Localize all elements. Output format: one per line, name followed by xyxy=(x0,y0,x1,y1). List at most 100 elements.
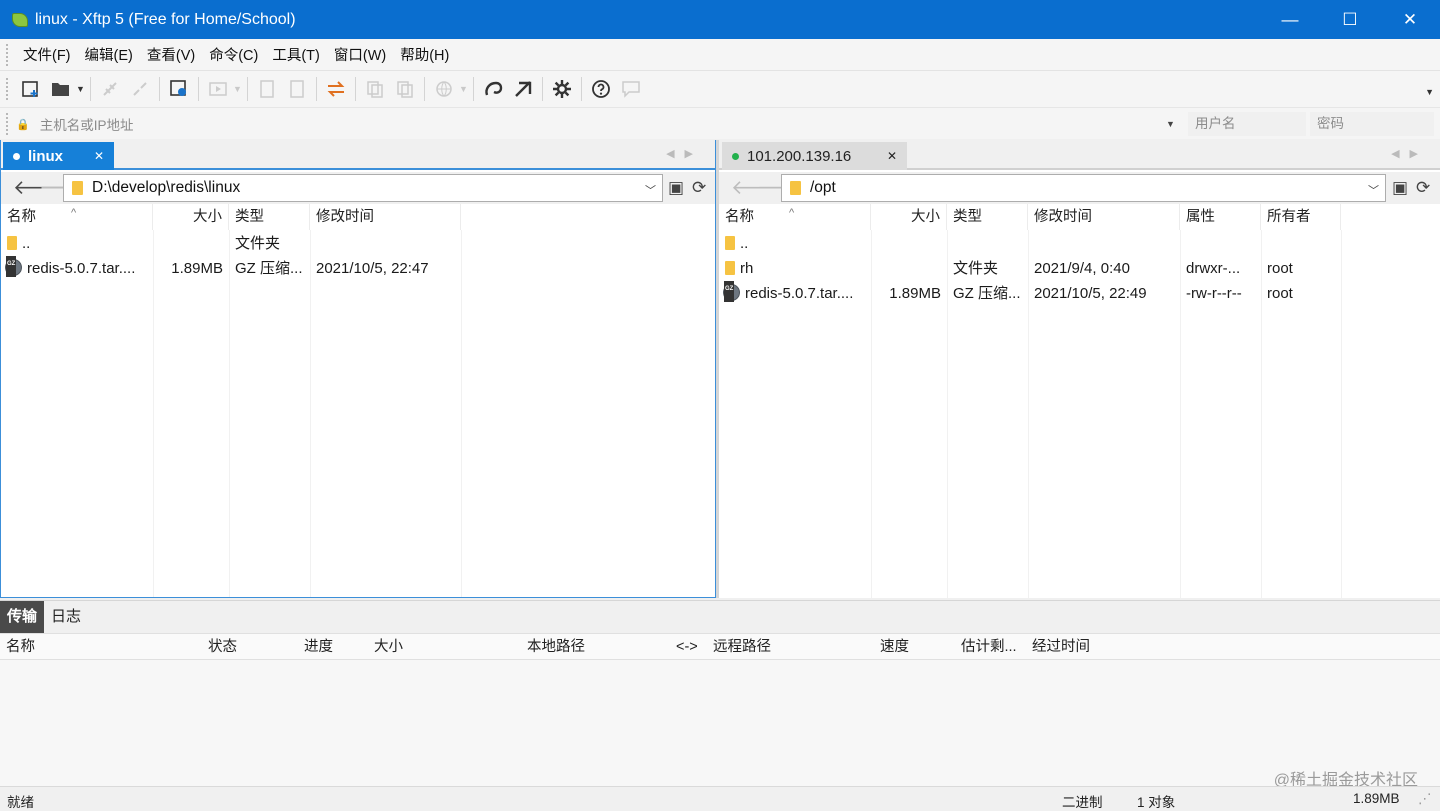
close-tab-icon[interactable]: ✕ xyxy=(887,149,897,163)
col-name[interactable]: 名称 ^ xyxy=(1,204,153,230)
paste-icon[interactable] xyxy=(390,74,420,104)
list-item[interactable]: .. xyxy=(719,231,1440,256)
host-dropdown-icon[interactable]: ▼ xyxy=(1166,119,1175,129)
xftp-icon[interactable] xyxy=(508,74,538,104)
options-icon[interactable] xyxy=(547,74,577,104)
close-button[interactable]: ✕ xyxy=(1380,0,1440,39)
chat-icon[interactable] xyxy=(616,74,646,104)
toolbar-separator xyxy=(198,77,199,101)
selection-size: 1.89MB xyxy=(1353,791,1400,806)
col-size[interactable]: 大小 xyxy=(871,204,947,230)
menu-edit[interactable]: 编辑(E) xyxy=(78,44,140,65)
session-properties-icon[interactable] xyxy=(164,74,194,104)
sync-icon[interactable] xyxy=(321,74,351,104)
col-modified[interactable]: 修改时间 xyxy=(1028,204,1180,230)
col-type[interactable]: 类型 xyxy=(947,204,1028,230)
connect-icon[interactable] xyxy=(95,74,125,104)
lock-icon: 🔒 xyxy=(16,118,30,131)
col-direction[interactable]: <-> xyxy=(676,634,698,660)
col-type[interactable]: 类型 xyxy=(229,204,310,230)
col-eta[interactable]: 估计剩... xyxy=(961,634,1017,660)
menu-help[interactable]: 帮助(H) xyxy=(393,44,456,65)
transfer-icon[interactable] xyxy=(203,74,233,104)
tab-transfers[interactable]: 传输 xyxy=(0,601,45,633)
tab-remote[interactable]: 101.200.139.16 ✕ xyxy=(722,142,907,170)
tab-scroll-arrows-icon[interactable]: ◀▶ xyxy=(666,147,703,160)
col-status[interactable]: 状态 xyxy=(208,634,237,660)
xshell-icon[interactable] xyxy=(478,74,508,104)
open-folder-dropdown-icon[interactable]: ▼ xyxy=(76,84,86,94)
remote-path: /opt xyxy=(810,179,836,196)
list-item[interactable]: rh 文件夹 2021/9/4, 0:40 drwxr-... root xyxy=(719,256,1440,281)
remote-path-field[interactable]: /opt ﹀ xyxy=(781,174,1386,202)
list-item[interactable]: .. 文件夹 xyxy=(1,231,715,256)
col-speed[interactable]: 速度 xyxy=(880,634,909,660)
local-path-field[interactable]: D:\develop\redis\linux ﹀ xyxy=(63,174,663,202)
sort-ascending-icon: ^ xyxy=(71,207,77,219)
col-name[interactable]: 名称 xyxy=(6,634,35,660)
disconnect-icon[interactable] xyxy=(125,74,155,104)
transfer-tabs: 传输 日志 xyxy=(0,601,88,633)
menu-window[interactable]: 窗口(W) xyxy=(327,44,393,65)
close-tab-icon[interactable]: ✕ xyxy=(94,149,104,163)
menu-command[interactable]: 命令(C) xyxy=(202,44,265,65)
tab-scroll-arrows-icon[interactable]: ◀▶ xyxy=(1391,147,1428,160)
host-input[interactable]: 🔒 主机名或IP地址 xyxy=(16,112,1184,136)
folder-icon xyxy=(72,181,83,195)
refresh-icon[interactable]: ⟳ xyxy=(692,178,706,198)
transfer-mode: 二进制 xyxy=(1062,795,1103,810)
path-dropdown-icon[interactable]: ﹀ xyxy=(1368,182,1379,198)
menu-tools[interactable]: 工具(T) xyxy=(265,44,327,65)
host-placeholder: 主机名或IP地址 xyxy=(39,118,134,133)
open-folder-icon[interactable] xyxy=(46,74,76,104)
col-modified[interactable]: 修改时间 xyxy=(310,204,461,230)
tab-label: linux xyxy=(28,147,64,165)
folder-icon xyxy=(7,235,17,250)
remote-tabstrip: 101.200.139.16 ✕ ◀▶ xyxy=(719,140,1440,170)
copy-icon[interactable] xyxy=(360,74,390,104)
gz-archive-icon xyxy=(723,281,740,303)
menu-file[interactable]: 文件(F) xyxy=(16,44,78,65)
refresh-icon[interactable]: ⟳ xyxy=(1416,178,1430,198)
folder-icon xyxy=(725,235,735,250)
local-file-list[interactable]: 名称^ 大小 类型 修改时间 .. 文件夹 redis-5.0.7.tar...… xyxy=(1,204,715,597)
help-icon[interactable] xyxy=(586,74,616,104)
col-progress[interactable]: 进度 xyxy=(304,634,333,660)
list-item[interactable]: redis-5.0.7.tar.... 1.89MB GZ 压缩... 2021… xyxy=(719,281,1440,306)
remote-list-header: 名称 ^ 大小 类型 修改时间 属性 所有者 xyxy=(719,204,1440,230)
globe-dropdown-icon[interactable]: ▼ xyxy=(459,84,469,94)
minimize-button[interactable]: — xyxy=(1260,0,1320,39)
tab-log[interactable]: 日志 xyxy=(44,601,88,633)
address-grip xyxy=(6,113,8,135)
col-remote-path[interactable]: 远程路径 xyxy=(713,634,771,660)
menu-view[interactable]: 查看(V) xyxy=(140,44,202,65)
username-input[interactable]: 用户名 xyxy=(1188,112,1306,136)
col-owner[interactable]: 所有者 xyxy=(1261,204,1341,230)
toolbar-separator xyxy=(581,77,582,101)
path-dropdown-icon[interactable]: ﹀ xyxy=(645,182,656,198)
list-item[interactable]: redis-5.0.7.tar.... 1.89MB GZ 压缩... 2021… xyxy=(1,256,715,281)
toolbar: ▼ ▼ ▼ ▼ xyxy=(0,71,1440,107)
col-attributes[interactable]: 属性 xyxy=(1180,204,1261,230)
open-folder-icon[interactable]: ▣ xyxy=(668,178,684,198)
col-size[interactable]: 大小 xyxy=(374,634,403,660)
maximize-button[interactable]: ☐ xyxy=(1320,0,1380,39)
transfer-list[interactable] xyxy=(0,660,1440,786)
col-local-path[interactable]: 本地路径 xyxy=(527,634,585,660)
password-input[interactable]: 密码 xyxy=(1310,112,1434,136)
transfer-dropdown-icon[interactable]: ▼ xyxy=(233,84,243,94)
remote-file-list[interactable]: 名称 ^ 大小 类型 修改时间 属性 所有者 .. rh 文件夹 2021/9/4… xyxy=(719,204,1440,598)
globe-icon[interactable] xyxy=(429,74,459,104)
col-size[interactable]: 大小 xyxy=(153,204,229,230)
window-controls: — ☐ ✕ xyxy=(1260,0,1440,39)
transfer-panel: 传输 日志 名称 状态 进度 大小 本地路径 <-> 远程路径 速度 估计剩..… xyxy=(0,600,1440,786)
new-session-icon[interactable] xyxy=(16,74,46,104)
resize-grip-icon[interactable]: ⋰ xyxy=(1418,791,1432,807)
col-elapsed[interactable]: 经过时间 xyxy=(1032,634,1090,660)
remote-file-icon[interactable] xyxy=(282,74,312,104)
col-name[interactable]: 名称 ^ xyxy=(719,204,871,230)
open-folder-icon[interactable]: ▣ xyxy=(1392,178,1408,198)
local-file-icon[interactable] xyxy=(252,74,282,104)
tab-local[interactable]: linux ✕ xyxy=(3,142,114,170)
toolbar-overflow-icon[interactable]: ▼ xyxy=(1425,87,1434,97)
